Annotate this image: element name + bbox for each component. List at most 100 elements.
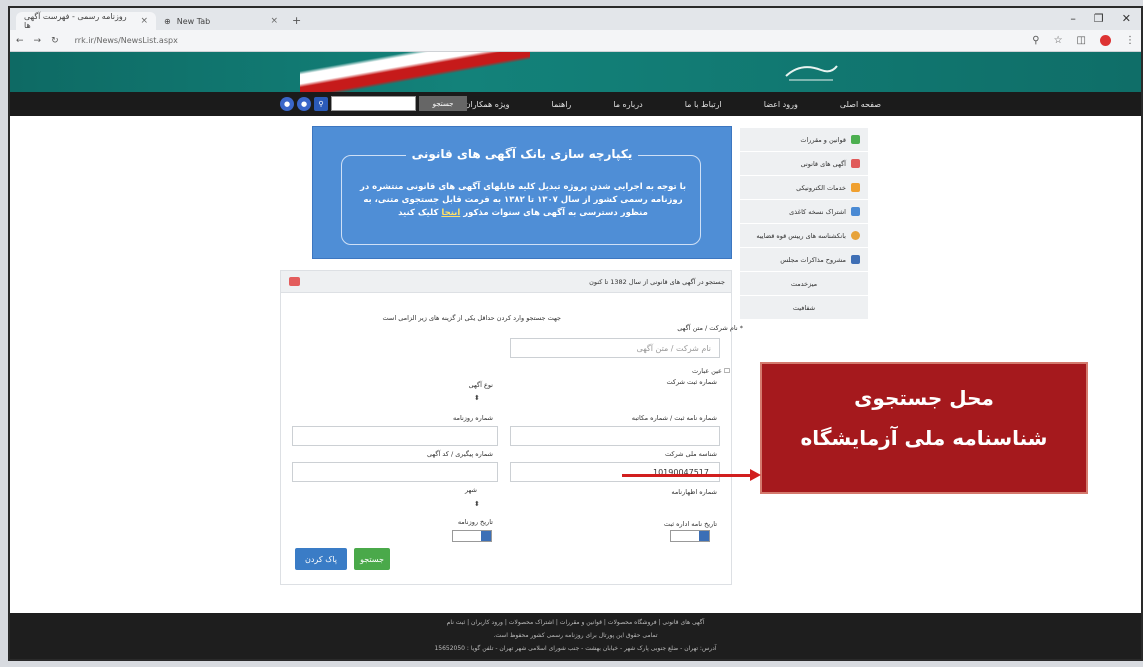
extension-icon[interactable]: ◫ <box>1077 35 1086 46</box>
paper-date-input[interactable] <box>452 530 492 542</box>
sidebar-item-transparency[interactable]: شفافیت <box>740 296 868 320</box>
sidebar-item-label: خدمات الکترونیکی <box>796 183 846 192</box>
menu-icon[interactable]: ⋮ <box>1125 35 1135 46</box>
national-label: شناسه ملی شرکت <box>664 450 717 458</box>
close-icon[interactable]: × <box>140 16 148 26</box>
sidebar-item-label: مشروح مذاکرات مجلس <box>780 255 846 264</box>
browser-window: روزنامه رسمی - فهرست آگهی ها × ⊕ New Tab… <box>8 6 1143 661</box>
address-bar: ← → ↻ rrk.ir/News/NewsList.aspx ⚲ ☆ ◫ ⋮ <box>10 30 1141 52</box>
star-icon[interactable]: ☆ <box>1054 35 1063 46</box>
social-icon[interactable]: ● <box>297 96 311 111</box>
back-icon[interactable]: ← <box>16 36 24 46</box>
form-title: جستجو در آگهی های قانونی از سال 1382 تا … <box>589 277 725 286</box>
callout-line2: شناسنامه ملی آزمایشگاه <box>800 426 1048 450</box>
social-icon[interactable]: ● <box>280 96 294 111</box>
sidebar-item-bank[interactable]: بانکشناسه های رییس قوه قضاییه <box>740 224 868 248</box>
date-input[interactable] <box>670 530 710 542</box>
tools-icon <box>851 183 860 192</box>
newspaper-input[interactable] <box>292 426 498 446</box>
type-label: نوع آگهی <box>468 381 493 389</box>
main-nav: صفحه اصلی ورود اعضا ارتباط با ما درباره … <box>10 92 1141 116</box>
sidebar-item-label: میزخدمت <box>790 279 818 288</box>
annotation-arrow <box>622 474 754 477</box>
url-field[interactable]: rrk.ir/News/NewsList.aspx <box>75 36 178 45</box>
letter-input[interactable] <box>510 426 720 446</box>
tab-active[interactable]: روزنامه رسمی - فهرست آگهی ها × <box>16 12 156 30</box>
annotation-arrow-head <box>750 469 761 481</box>
nav-search: ● ● ⚲ جستجو <box>280 96 467 111</box>
callout-line1: محل جستجوی <box>854 386 994 410</box>
tab-label: روزنامه رسمی - فهرست آگهی ها <box>24 12 127 30</box>
clear-button[interactable]: پاک کردن <box>295 548 347 570</box>
tracking-label: شماره پیگیری / کد آگهی <box>427 450 493 458</box>
sidebar-item-eservices[interactable]: خدمات الکترونیکی <box>740 176 868 200</box>
search-button[interactable]: جستجو <box>354 548 390 570</box>
form-header: جستجو در آگهی های قانونی از سال 1382 تا … <box>281 271 731 293</box>
footer: آگهی های قانونی | فروشگاه محصولات | قوان… <box>10 613 1141 659</box>
promo-text-block: با توجه به اجرایی شدن پروژه تبدیل کلیه ف… <box>353 181 693 221</box>
city-select[interactable]: ⬍ <box>474 500 480 508</box>
sidebar: قوانین و مقررات آگهی های قانونی خدمات ال… <box>740 128 868 320</box>
reload-icon[interactable]: ↻ <box>51 36 59 46</box>
calendar-icon[interactable] <box>699 531 709 541</box>
avatar[interactable] <box>1100 35 1111 46</box>
forward-icon[interactable]: → <box>34 36 42 46</box>
calendar-icon[interactable] <box>481 531 491 541</box>
nav-item-guide[interactable]: راهنما <box>552 100 572 109</box>
footer-copyright: تمامی حقوق این پورتال برای روزنامه رسمی … <box>493 632 658 639</box>
plus-icon[interactable]: + <box>292 14 301 27</box>
date-label: تاریخ نامه اداره ثبت <box>663 520 717 528</box>
sidebar-item-label: اشتراک نسخه کاغذی <box>789 207 846 216</box>
company-placeholder: نام شرکت / متن آگهی <box>636 343 711 353</box>
newspaper-label: شماره روزنامه <box>453 414 493 422</box>
nav-item-home[interactable]: صفحه اصلی <box>840 100 881 109</box>
footer-links[interactable]: آگهی های قانونی | فروشگاه محصولات | قوان… <box>10 619 1141 626</box>
promo-link[interactable]: اینجا <box>441 208 460 218</box>
tab-label: New Tab <box>176 16 211 26</box>
maximize-icon[interactable]: ❐ <box>1094 12 1104 25</box>
minimize-icon[interactable]: – <box>1070 12 1076 25</box>
letter-label: شماره نامه ثبت / شماره مکاتبه <box>631 414 717 422</box>
search-icon[interactable]: ⚲ <box>314 96 328 111</box>
sidebar-item-subscription[interactable]: اشتراک نسخه کاغذی <box>740 200 868 224</box>
newspaper-icon <box>851 159 860 168</box>
tab-bar: روزنامه رسمی - فهرست آگهی ها × ⊕ New Tab… <box>10 8 1141 30</box>
sidebar-item-ads[interactable]: آگهی های قانونی <box>740 152 868 176</box>
tab-new[interactable]: ⊕ New Tab × <box>156 12 286 30</box>
sidebar-item-service-desk[interactable]: میزخدمت <box>740 272 868 296</box>
exact-text: عین عبارت <box>692 367 722 375</box>
nav-item-login[interactable]: ورود اعضا <box>764 100 798 109</box>
globe-icon: ⊕ <box>164 16 171 26</box>
company-label: * نام شرکت / متن آگهی <box>677 324 743 332</box>
gazette-label: شماره اظهارنامه <box>671 488 717 496</box>
site-banner <box>10 52 1141 92</box>
form-hint: جهت جستجو وارد کردن حداقل یکی از گزینه ه… <box>382 314 562 322</box>
national-id-input[interactable]: 10190047517 <box>510 462 720 482</box>
exact-label: ☐ عین عبارت <box>692 367 730 375</box>
site-logo[interactable] <box>781 60 841 86</box>
checkbox[interactable]: ☐ <box>724 367 730 375</box>
type-select[interactable]: ⬍ <box>474 394 480 402</box>
promo-title-wrap: یکپارچه سازی بانک آگهی های قانونی <box>313 147 731 161</box>
flag-decoration <box>300 52 530 92</box>
search-type-select[interactable]: جستجو <box>419 96 467 111</box>
company-input[interactable]: نام شرکت / متن آگهی <box>510 338 720 358</box>
sidebar-item-label: قوانین و مقررات <box>800 135 846 144</box>
nav-item-contact[interactable]: ارتباط با ما <box>685 100 722 109</box>
window-controls: – ❐ ✕ <box>1070 12 1131 25</box>
nav-item-partners[interactable]: ویژه همکاران <box>465 100 510 109</box>
paper-date-label: تاریخ روزنامه <box>457 518 493 526</box>
promo-title: یکپارچه سازی بانک آگهی های قانونی <box>405 147 639 161</box>
nav-item-about[interactable]: درباره ما <box>613 100 642 109</box>
bank-icon <box>851 231 860 240</box>
sidebar-item-label: آگهی های قانونی <box>800 159 846 168</box>
close-icon[interactable] <box>289 277 300 286</box>
sidebar-item-laws[interactable]: قوانین و مقررات <box>740 128 868 152</box>
sidebar-item-parliament[interactable]: مشروح مذاکرات مجلس <box>740 248 868 272</box>
parliament-icon <box>851 255 860 264</box>
zoom-icon[interactable]: ⚲ <box>1032 35 1039 46</box>
tracking-input[interactable] <box>292 462 498 482</box>
close-window-icon[interactable]: ✕ <box>1122 12 1131 25</box>
search-input[interactable] <box>331 96 416 111</box>
close-icon[interactable]: × <box>270 16 278 26</box>
